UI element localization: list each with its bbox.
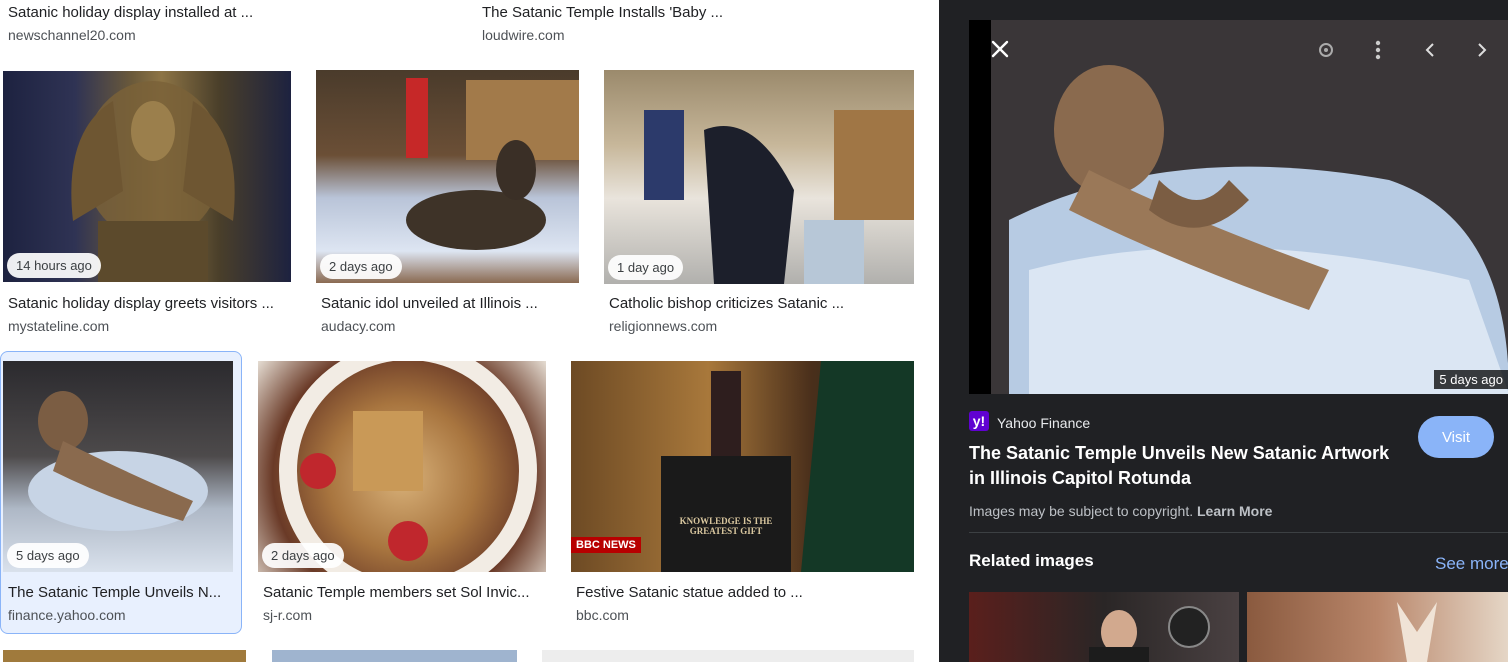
preview-title[interactable]: The Satanic Temple Unveils New Satanic A… <box>969 441 1409 491</box>
chevron-left-icon <box>1425 43 1434 57</box>
next-button[interactable] <box>1471 38 1493 62</box>
see-more-link[interactable]: See more <box>1435 554 1508 574</box>
visit-button[interactable]: Visit <box>1418 416 1494 458</box>
result-title[interactable]: Festive Satanic statue added to ... <box>576 584 803 601</box>
more-options-button[interactable] <box>1367 38 1389 62</box>
age-badge: 2 days ago <box>262 543 344 568</box>
result-image[interactable]: 2 days ago <box>316 70 579 283</box>
result-image[interactable] <box>542 650 914 662</box>
baphomet-statue-image <box>71 81 235 282</box>
result-image[interactable]: 14 hours ago <box>3 71 291 282</box>
lens-icon <box>1319 43 1333 57</box>
divider <box>969 532 1508 533</box>
result-source: mystateline.com <box>8 318 110 334</box>
result-title[interactable]: Satanic holiday display installed at ... <box>8 4 253 21</box>
result-source: religionnews.com <box>609 318 718 334</box>
result-source: audacy.com <box>321 318 396 334</box>
result-source: sj-r.com <box>263 607 312 623</box>
copyright-notice: Images may be subject to copyright. Lear… <box>969 503 1272 519</box>
result-image[interactable]: 2 days ago <box>258 361 546 572</box>
result-title[interactable]: Satanic Temple members set Sol Invic... <box>263 584 530 601</box>
related-images-heading: Related images <box>969 551 1094 570</box>
close-button[interactable] <box>987 36 1013 62</box>
close-icon <box>991 40 1009 58</box>
plaque-text: KNOWLEDGE IS THE GREATEST GIFT <box>679 516 773 536</box>
age-badge: 5 days ago <box>7 543 89 568</box>
baphomet-infant-statue-image <box>969 20 1508 394</box>
result-image[interactable]: 1 day ago <box>604 70 914 284</box>
result-source: loudwire.com <box>482 27 565 43</box>
result-image[interactable]: BBC NEWS KNOWLEDGE IS THE GREATEST GIFT <box>571 361 914 572</box>
person-portrait-image <box>1089 606 1210 662</box>
copyright-text: Images may be subject to copyright. <box>969 503 1194 519</box>
more-vert-icon <box>1375 40 1381 60</box>
lens-button[interactable] <box>1314 38 1338 62</box>
result-title[interactable]: The Satanic Temple Installs 'Baby ... <box>482 4 723 21</box>
result-title[interactable]: Catholic bishop criticizes Satanic ... <box>609 295 844 312</box>
baphomet-infant-statue-image <box>28 391 208 531</box>
learn-more-link[interactable]: Learn More <box>1197 503 1272 519</box>
age-badge: 2 days ago <box>320 254 402 279</box>
result-title[interactable]: Satanic holiday display greets visitors … <box>8 295 274 312</box>
age-badge: 14 hours ago <box>7 253 101 278</box>
age-badge: 1 day ago <box>608 255 684 280</box>
baphomet-infant-statue-image <box>406 78 579 250</box>
related-image[interactable] <box>1247 592 1508 662</box>
preview-image[interactable] <box>969 20 1508 394</box>
previous-button[interactable] <box>1419 38 1441 62</box>
rotunda-crowd-image <box>644 110 914 284</box>
bbc-news-logo: BBC NEWS <box>571 537 641 553</box>
yahoo-logo-icon: y! <box>969 411 989 431</box>
rotunda-floor-image <box>279 361 537 572</box>
age-badge: 5 days ago <box>1434 370 1508 389</box>
result-source: newschannel20.com <box>8 27 136 43</box>
result-source: bbc.com <box>576 607 629 623</box>
statue-image <box>1397 602 1437 662</box>
chevron-right-icon <box>1478 43 1487 57</box>
result-title[interactable]: The Satanic Temple Unveils N... <box>8 584 221 601</box>
image-preview-panel: 5 days ago y! Yahoo Finance The Satanic … <box>939 0 1508 662</box>
result-title[interactable]: Satanic idol unveiled at Illinois ... <box>321 295 538 312</box>
related-image[interactable] <box>969 592 1239 662</box>
source-name[interactable]: Yahoo Finance <box>997 415 1090 431</box>
result-image[interactable] <box>272 650 517 662</box>
result-image[interactable]: 5 days ago <box>3 361 233 572</box>
result-image[interactable] <box>3 650 246 662</box>
result-source: finance.yahoo.com <box>8 607 126 623</box>
